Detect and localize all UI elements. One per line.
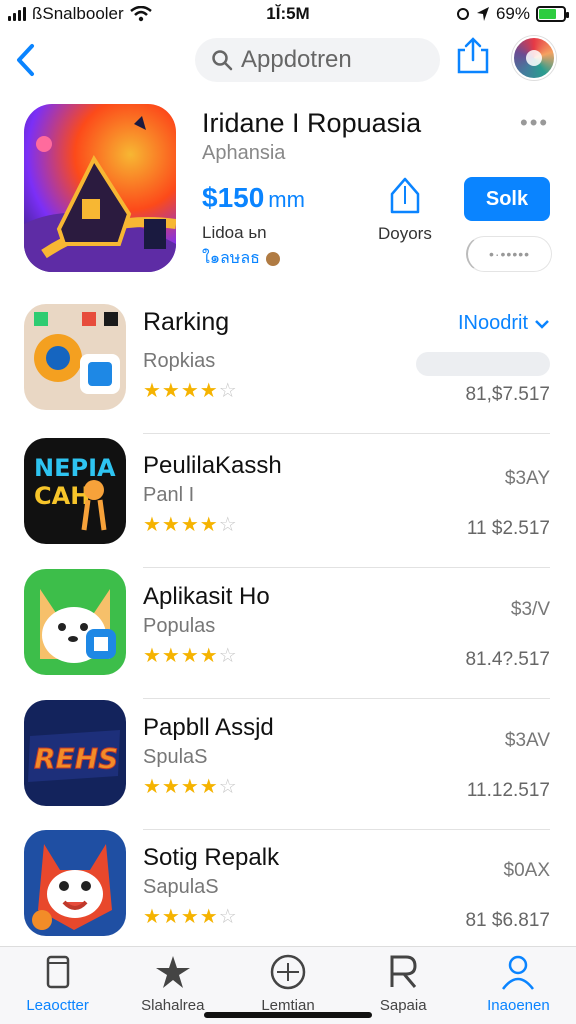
location-arrow-icon [476, 7, 489, 21]
row-divider [143, 567, 550, 568]
app-row[interactable]: REHS Papbll Assjd SpulaS ★★★★☆ $3AV 11.1… [0, 700, 576, 830]
featured-app-title: Iridane I Ropuasia [202, 108, 422, 138]
featured-app-icon[interactable] [24, 104, 176, 272]
app-category: SpulaS [143, 746, 208, 768]
search-field[interactable]: Appdotren [195, 38, 440, 82]
price-value: $150 [202, 182, 265, 213]
back-chevron-icon[interactable] [10, 40, 40, 80]
row-divider [143, 433, 550, 434]
svg-text:CAH: CAH [34, 482, 90, 510]
tab-label: Leaoctter [26, 997, 89, 1014]
rating-filled: ★★★★ [143, 906, 219, 928]
tab-label: Sapaia [379, 997, 427, 1014]
app-name: Aplikasit Ho [143, 583, 270, 610]
app-row[interactable]: Ropkias ★★★★☆ 81,$7.517 [0, 304, 576, 434]
home-indicator [204, 1012, 372, 1018]
rating-filled: ★★★★ [143, 514, 219, 536]
star-rating: ★★★★☆ [143, 904, 238, 929]
share-icon[interactable] [455, 36, 491, 76]
app-icon[interactable]: NEPIA CAH [24, 438, 126, 544]
price-unit: mm [268, 187, 305, 212]
compass-icon [270, 954, 306, 990]
app-icon[interactable] [24, 569, 126, 675]
download-label: Doyors [378, 224, 432, 243]
app-price-alt: $3AY [504, 468, 550, 489]
placeholder-bar [416, 352, 550, 376]
top-nav: Appdotren [0, 30, 576, 90]
app-row[interactable]: Sotig Repalk SapulaS ★★★★☆ $0AX 81 $6.81… [0, 830, 576, 960]
rating-filled: ★★★★ [143, 776, 219, 798]
app-price: 81 $6.817 [465, 910, 550, 931]
tab-label: Inaoenen [487, 997, 550, 1014]
rating-empty: ☆ [218, 906, 238, 928]
star-rating: ★★★★☆ [143, 774, 238, 799]
rating-filled: ★★★★ [143, 380, 219, 402]
app-price: 81.4?.517 [465, 649, 550, 670]
app-price-alt: $0AX [503, 860, 550, 881]
status-right: 69% [456, 4, 569, 24]
svg-text:REHS: REHS [34, 742, 118, 775]
rating-empty: ☆ [218, 645, 238, 667]
app-price: 81,$7.517 [465, 384, 550, 405]
app-category: Populas [143, 615, 216, 637]
tab-label: Slahalrea [141, 997, 205, 1014]
get-button[interactable]: Solk [464, 177, 550, 221]
app-price: 11 $2.517 [466, 518, 550, 539]
battery-icon [536, 6, 569, 22]
app-category: SapulaS [143, 876, 219, 898]
app-name: Papbll Assjd [143, 714, 274, 741]
star-rating: ★★★★☆ [143, 643, 238, 668]
search-text: Appdotren [241, 46, 352, 73]
svg-text:NEPIA: NEPIA [34, 454, 116, 482]
lock-rotation-icon [456, 8, 469, 20]
app-row[interactable]: Aplikasit Ho Populas ★★★★☆ $3/V 81.4?.51… [0, 569, 576, 699]
search-r-icon [390, 955, 417, 988]
app-price: 11.12.517 [466, 780, 550, 801]
tablet-icon [46, 955, 69, 989]
battery-percent: 69% [495, 4, 530, 23]
more-options-icon[interactable]: ••• [520, 110, 549, 136]
profile-avatar[interactable] [512, 36, 556, 80]
row-divider [143, 698, 550, 699]
app-price-alt: $3AV [504, 730, 550, 751]
download-icon[interactable] [388, 176, 422, 216]
featured-app: Iridane I Ropuasia Aphansia ••• $150 mm D… [0, 100, 576, 280]
featured-app-link[interactable]: ใ๑ลษลธ [202, 246, 280, 271]
star-rating: ★★★★☆ [143, 378, 238, 403]
app-name: Sotig Repalk [143, 844, 280, 871]
featured-app-meta: Lidoa ьn [202, 223, 267, 242]
app-icon[interactable]: REHS [24, 700, 126, 806]
rating-filled: ★★★★ [143, 645, 219, 667]
coin-icon [265, 251, 280, 266]
app-icon[interactable] [24, 304, 126, 410]
rating-empty: ☆ [218, 776, 238, 798]
search-icon [212, 50, 233, 71]
tab-today[interactable]: Leaoctter [0, 947, 115, 1024]
rating-empty: ☆ [218, 380, 238, 402]
person-icon [502, 955, 535, 990]
star-icon [155, 956, 190, 988]
featured-link-text: ใ๑ลษลธ [202, 250, 260, 267]
star-rating: ★★★★☆ [143, 512, 238, 537]
status-bar: ßSnalbooler 1Ĭ:5M 69% [0, 0, 576, 28]
app-category: Ropkias [143, 350, 216, 372]
house-illustration-icon [24, 116, 176, 272]
rating-empty: ☆ [218, 514, 238, 536]
app-category: Panl I [143, 484, 195, 506]
app-icon[interactable] [24, 830, 126, 936]
app-name: PeulilaKassh [143, 452, 282, 479]
featured-app-subtitle: Aphansia [202, 142, 286, 164]
app-row[interactable]: NEPIA CAH PeulilaKassh Panl I ★★★★☆ $3AY… [0, 438, 576, 568]
featured-app-price: $150 mm [202, 182, 305, 214]
page-indicator-toggle[interactable]: •·••••• [466, 236, 552, 272]
app-price-alt: $3/V [510, 599, 550, 620]
tab-search[interactable]: Inaoenen [461, 947, 576, 1024]
